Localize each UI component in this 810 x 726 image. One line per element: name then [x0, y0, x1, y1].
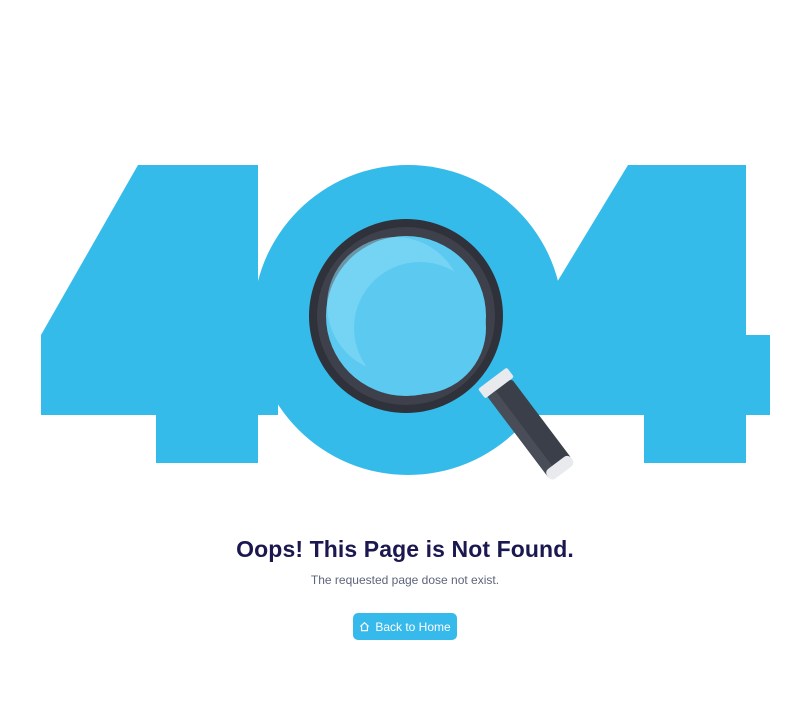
back-to-home-button[interactable]: Back to Home [353, 613, 457, 640]
page-subtitle: The requested page dose not exist. [310, 573, 500, 587]
page-title: Oops! This Page is Not Found. [236, 536, 574, 562]
404-illustration [41, 165, 770, 480]
back-to-home-label: Back to Home [375, 619, 451, 634]
not-found-page: Oops! This Page is Not Found. The reques… [0, 0, 810, 726]
home-icon [359, 621, 370, 632]
digit-four-right [525, 165, 770, 463]
digit-four-left [41, 165, 278, 463]
